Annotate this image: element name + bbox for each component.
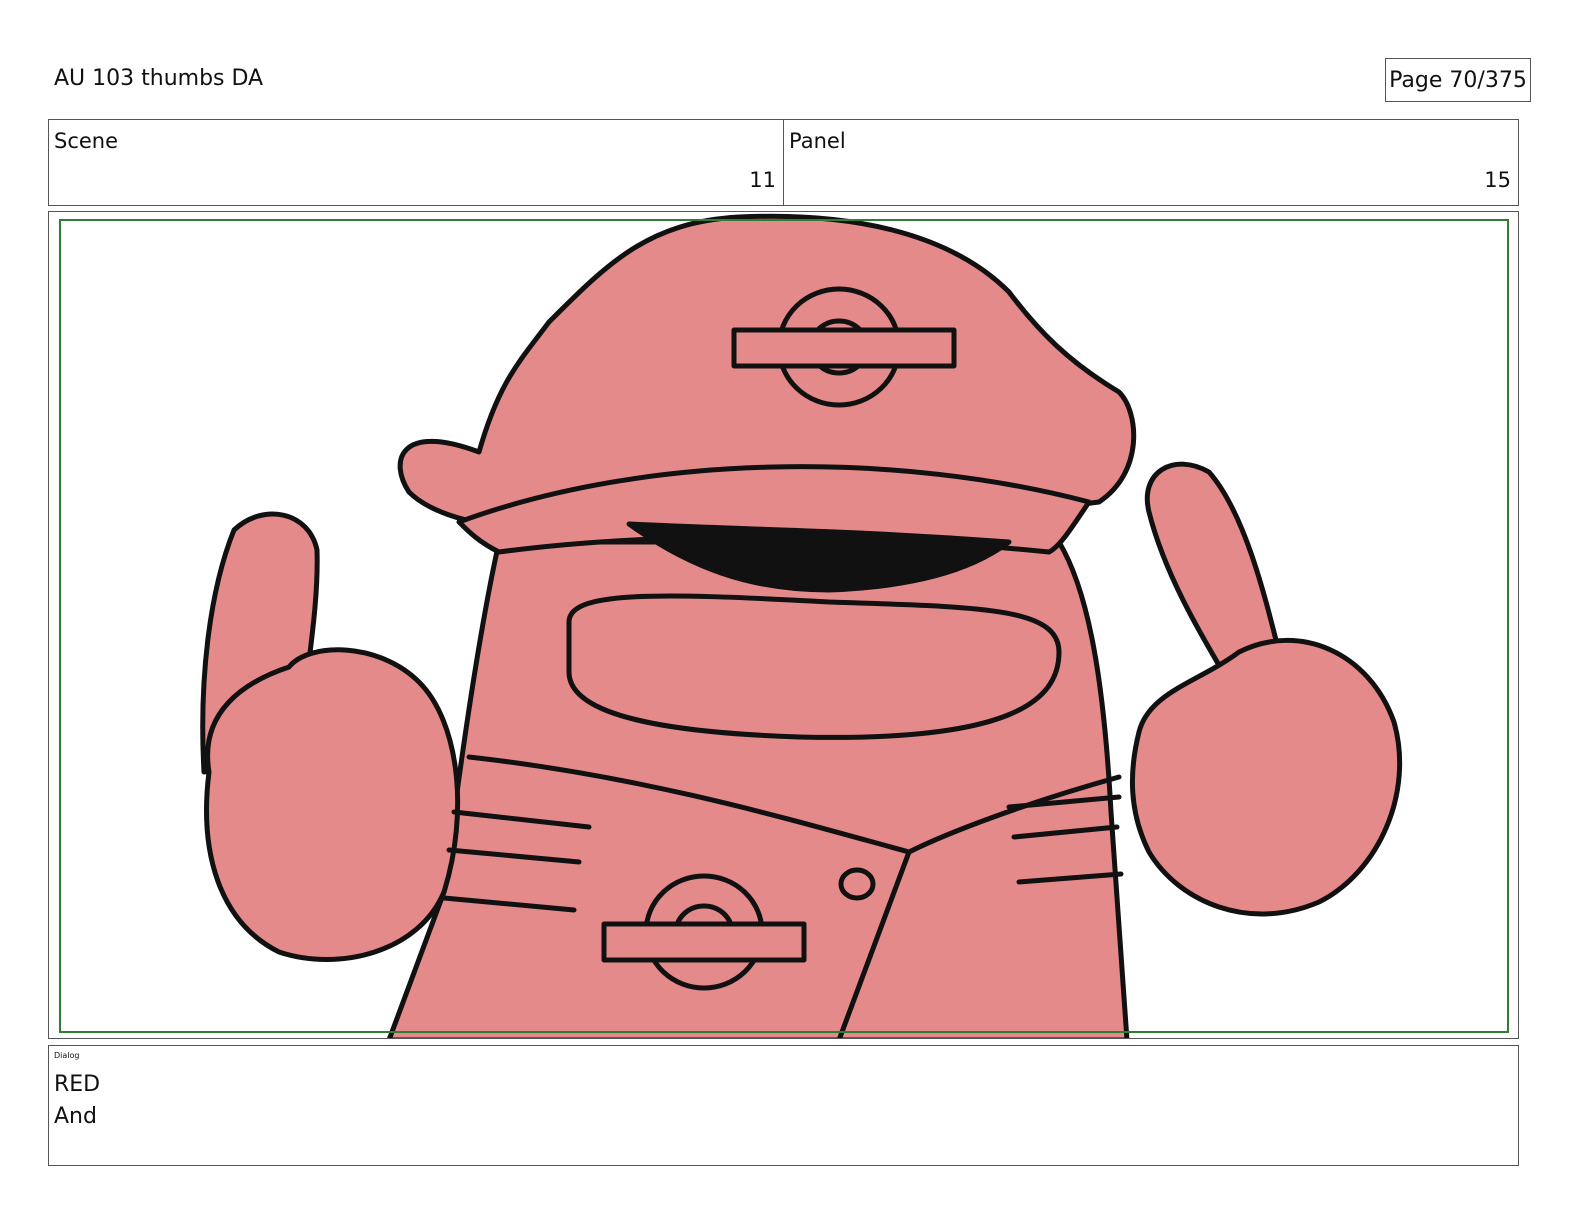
chest-emblem-bar	[601, 921, 807, 963]
right-fist	[1129, 637, 1403, 917]
panel-label: Panel	[789, 129, 846, 153]
scene-value: 11	[749, 168, 776, 192]
character-drawing	[200, 213, 1403, 1038]
left-fist	[204, 647, 461, 962]
helmet-emblem-bar	[731, 327, 957, 369]
storyboard-image-frame	[48, 211, 1519, 1039]
scene-label: Scene	[54, 129, 119, 153]
dialog-speaker: RED	[54, 1072, 101, 1097]
dialog-text: And	[54, 1104, 97, 1129]
visor	[566, 593, 1062, 740]
document-title: AU 103 thumbs DA	[54, 66, 264, 91]
page-label: Page	[1389, 67, 1443, 93]
panel-value: 15	[1484, 168, 1511, 192]
scene-panel-row: Scene 11 Panel 15	[48, 119, 1519, 206]
page-value: 70/375	[1449, 67, 1527, 93]
panel-cell: Panel 15	[783, 120, 1518, 205]
dialog-label: Dialog	[54, 1051, 80, 1060]
scene-cell: Scene 11	[49, 120, 783, 205]
dialog-box: Dialog RED And	[48, 1045, 1519, 1166]
page-number-box: Page 70/375	[1385, 58, 1531, 102]
